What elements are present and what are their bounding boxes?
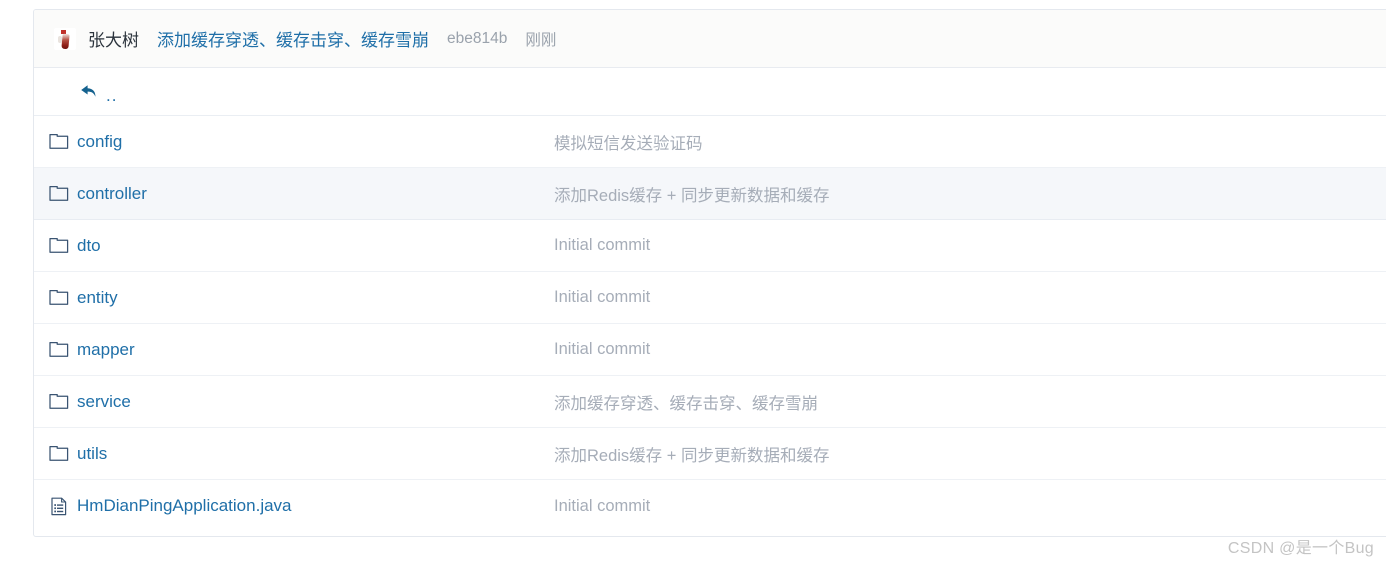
entry-link-mapper[interactable]: mapper (77, 340, 135, 360)
commit-message-link[interactable]: 添加缓存穿透、缓存击穿、缓存雪崩 (157, 26, 429, 51)
entry-name-cell: dto (34, 236, 554, 256)
user-avatar-image (54, 27, 76, 50)
latest-commit-bar: 张大树 添加缓存穿透、缓存击穿、缓存雪崩 ebe814b 刚刚 (34, 10, 1386, 68)
entry-link-dto[interactable]: dto (77, 236, 101, 256)
table-row[interactable]: utils 添加Redis缓存 + 同步更新数据和缓存 (34, 428, 1386, 480)
table-row[interactable]: config 模拟短信发送验证码 (34, 116, 1386, 168)
folder-icon (47, 445, 71, 462)
folder-icon (47, 341, 71, 358)
entry-commit-message: 添加Redis缓存 + 同步更新数据和缓存 (554, 446, 830, 465)
entry-link-controller[interactable]: controller (77, 184, 147, 204)
table-row[interactable]: service 添加缓存穿透、缓存击穿、缓存雪崩 (34, 376, 1386, 428)
repository-file-browser: 张大树 添加缓存穿透、缓存击穿、缓存雪崩 ebe814b 刚刚 .. confi… (33, 9, 1386, 537)
entry-link-service[interactable]: service (77, 392, 131, 412)
entry-commit-message: 模拟短信发送验证码 (554, 134, 703, 153)
commit-author-name[interactable]: 张大树 (88, 26, 139, 51)
back-arrow-icon (80, 83, 99, 100)
parent-directory-row[interactable]: .. (34, 68, 1386, 116)
folder-icon (47, 289, 71, 306)
table-row[interactable]: dto Initial commit (34, 220, 1386, 272)
entry-commit-message: 添加Redis缓存 + 同步更新数据和缓存 (554, 186, 830, 205)
folder-icon (47, 185, 71, 202)
folder-icon (47, 133, 71, 150)
entry-link-HmDianPingApplication-java[interactable]: HmDianPingApplication.java (77, 496, 292, 516)
commit-time: 刚刚 (525, 31, 557, 49)
entry-commit-message: Initial commit (554, 288, 651, 306)
folder-icon (47, 393, 71, 410)
entry-name-cell: service (34, 392, 554, 412)
entry-commit-message: Initial commit (554, 236, 651, 254)
entry-link-config[interactable]: config (77, 132, 122, 152)
entry-commit-message: Initial commit (554, 496, 651, 515)
table-row[interactable]: mapper Initial commit (34, 324, 1386, 376)
csdn-watermark: CSDN @是一个Bug (1227, 540, 1374, 557)
table-row[interactable]: entity Initial commit (34, 272, 1386, 324)
entry-name-cell: entity (34, 288, 554, 308)
file-list: config 模拟短信发送验证码 controller 添加Redis缓存 + 同步更… (34, 116, 1386, 532)
entry-name-cell: mapper (34, 340, 554, 360)
file-icon (47, 497, 71, 516)
table-row[interactable]: controller 添加Redis缓存 + 同步更新数据和缓存 (34, 168, 1386, 220)
table-row[interactable]: HmDianPingApplication.java Initial commit (34, 480, 1386, 532)
entry-name-cell: HmDianPingApplication.java (34, 496, 554, 516)
folder-icon (47, 237, 71, 254)
entry-name-cell: controller (34, 184, 554, 204)
commit-sha[interactable]: ebe814b (447, 30, 507, 48)
entry-commit-message: Initial commit (554, 340, 651, 358)
entry-name-cell: config (34, 132, 554, 152)
entry-name-cell: utils (34, 444, 554, 464)
entry-link-utils[interactable]: utils (77, 444, 107, 464)
parent-directory-label: .. (106, 86, 118, 105)
entry-commit-message: 添加缓存穿透、缓存击穿、缓存雪崩 (554, 394, 818, 413)
entry-link-entity[interactable]: entity (77, 288, 118, 308)
